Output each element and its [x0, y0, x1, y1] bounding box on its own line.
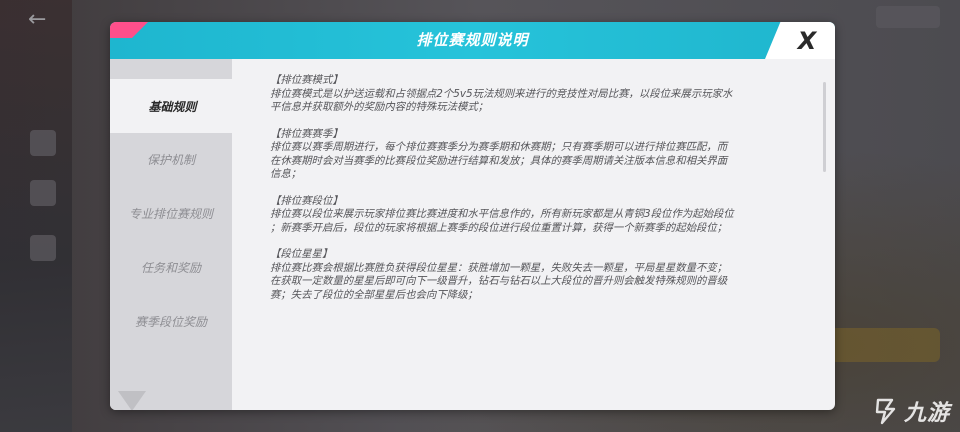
rules-section: 【排位赛段位】 排位赛以段位来展示玩家排位赛比赛进度和水平信息作的，所有新玩家都…	[270, 195, 825, 236]
content-scrollbar[interactable]	[823, 82, 826, 172]
section-line: 信息；	[270, 168, 302, 180]
tab-label: 任务和奖励	[140, 260, 201, 275]
watermark-text: 九游	[903, 401, 950, 426]
rules-section: 【排位赛赛季】 排位赛以赛季周期进行，每个排位赛赛季分为赛季期和休赛期；只有赛季…	[270, 128, 825, 182]
section-line: 排位赛比赛会根据比赛胜负获得段位星星：获胜增加一颗星，失败失去一颗星，平局星星数…	[270, 261, 728, 274]
tab-label: 专业排位赛规则	[128, 206, 213, 221]
jiuyou-logo-icon	[875, 398, 896, 425]
section-line: 平信息并获取额外的奖励内容的特殊玩法模式；	[270, 101, 489, 113]
rules-section: 【段位星星】 排位赛比赛会根据比赛胜负获得段位星星：获胜增加一颗星，失败失去一颗…	[270, 248, 825, 302]
rules-content: 【排位赛模式】 排位赛模式是以护送运载和占领据点2个5v5玩法规则来进行的竞技性…	[270, 74, 825, 404]
section-line: 赛；失去了段位的全部星星后也会向下降级；	[270, 288, 478, 301]
background-top-widget	[876, 6, 940, 28]
rules-dialog: 排位赛规则说明 X 基础规则 保护机制 专业排位赛规则 任务和奖励 赛季段位奖励…	[110, 22, 835, 410]
scroll-down-icon[interactable]	[118, 391, 146, 410]
watermark: 九游	[872, 396, 950, 426]
rules-section: 【排位赛模式】 排位赛模式是以护送运载和占领据点2个5v5玩法规则来进行的竞技性…	[270, 74, 825, 115]
back-arrow-icon: ←	[28, 7, 47, 32]
background-menu-icon	[30, 130, 56, 156]
tab-label: 基础规则	[148, 99, 197, 114]
tab-basic-rules[interactable]: 基础规则	[110, 79, 232, 133]
rules-tab-list: 基础规则 保护机制 专业排位赛规则 任务和奖励 赛季段位奖励	[110, 59, 232, 410]
tab-label: 保护机制	[146, 152, 195, 167]
section-title: 【排位赛段位】	[270, 194, 343, 207]
tab-protection[interactable]: 保护机制	[110, 132, 232, 186]
section-title: 【排位赛赛季】	[270, 127, 343, 140]
dialog-header: 排位赛规则说明 X	[110, 22, 835, 59]
background-side-menu	[0, 0, 72, 432]
tab-pro-ranked-rules[interactable]: 专业排位赛规则	[110, 186, 232, 240]
section-line: ；新赛季开启后，段位的玩家将根据上赛季的段位进行段位重置计算，获得一个新赛季的起…	[270, 221, 728, 234]
background-button	[830, 328, 940, 362]
section-title: 【段位星星】	[270, 248, 333, 260]
background-menu-icon	[30, 180, 56, 206]
section-line: 排位赛以赛季周期进行，每个排位赛赛季分为赛季期和休赛期；只有赛季期可以进行排位赛…	[270, 141, 728, 153]
dialog-title: 排位赛规则说明	[416, 31, 529, 49]
section-title: 【排位赛模式】	[270, 74, 343, 86]
section-line: 排位赛模式是以护送运载和占领据点2个5v5玩法规则来进行的竞技性对局比赛，以段位…	[270, 87, 733, 100]
tab-label: 赛季段位奖励	[134, 314, 207, 329]
background-menu-icon	[30, 235, 56, 261]
section-line: 在获取一定数量的星星后即可向下一级晋升，钻石与钻石以上大段位的晋升则会触发特殊规…	[270, 275, 728, 287]
section-line: 排位赛以段位来展示玩家排位赛比赛进度和水平信息作的，所有新玩家都是从青铜3段位作…	[270, 208, 734, 220]
tab-tasks-rewards[interactable]: 任务和奖励	[110, 240, 232, 294]
close-icon: X	[797, 26, 817, 55]
tab-season-rewards[interactable]: 赛季段位奖励	[110, 294, 232, 348]
section-line: 在休赛期时会对当赛季的比赛段位奖励进行结算和发放；具体的赛季周期请关注版本信息和…	[270, 154, 728, 167]
